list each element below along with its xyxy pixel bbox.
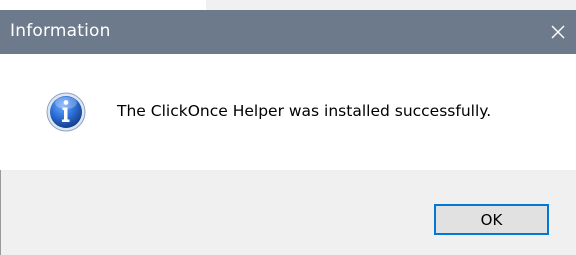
close-button[interactable] [540, 10, 576, 54]
dialog-title: Information [10, 21, 111, 41]
dialog-titlebar[interactable]: Information [0, 10, 576, 54]
close-icon [551, 25, 565, 39]
ok-button[interactable]: OK [434, 204, 549, 235]
dialog-border [0, 170, 1, 255]
information-dialog: Information The ClickOnce Helper was ins… [0, 10, 576, 255]
dialog-content: The ClickOnce Helper was installed succe… [0, 54, 576, 170]
dialog-footer: OK [0, 170, 576, 255]
screen: Information The ClickOnce Helper was ins… [0, 0, 576, 255]
ok-button-label: OK [480, 210, 503, 229]
background-window [206, 0, 576, 10]
information-icon [46, 92, 86, 132]
dialog-message: The ClickOnce Helper was installed succe… [117, 102, 492, 120]
